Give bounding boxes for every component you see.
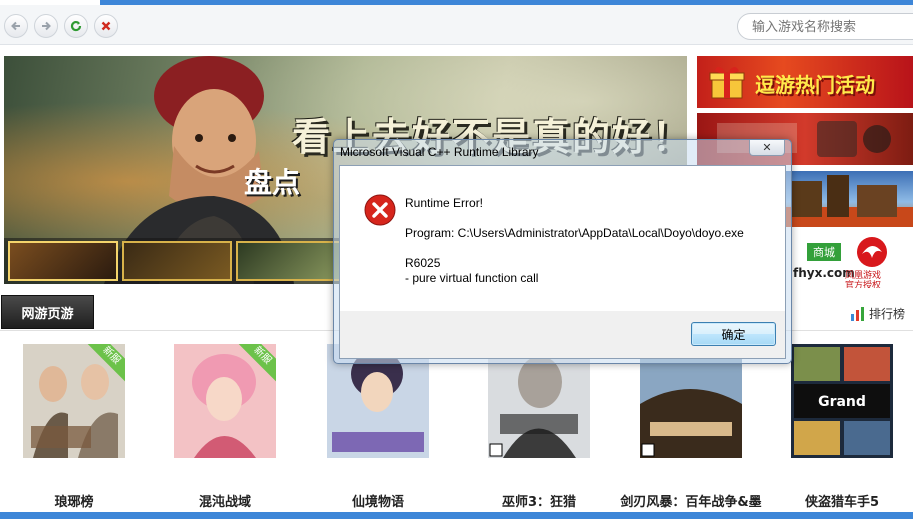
forward-button[interactable] [34,14,58,38]
ranking-link[interactable]: 排行榜 [850,305,905,322]
error-icon [364,194,396,226]
banner-subheadline: 盘点 [244,166,301,199]
ranking-label: 排行榜 [869,307,906,321]
refresh-button[interactable] [64,14,88,38]
game-card[interactable]: 新服 混沌战域 [174,344,276,510]
app-window: 看上去好不是真的好！ 盘点 逗游热门活动 [0,0,913,519]
svg-text:Grand: Grand [818,394,866,410]
game-card[interactable]: Grand 侠盗猎车手5 [791,344,893,510]
hot-events-ad[interactable]: 逗游热门活动 [697,56,913,108]
game-title: 琅琊榜 [54,495,94,510]
browser-toolbar [0,5,913,45]
ok-button[interactable]: 确定 [691,322,776,346]
bottom-accent-strip [0,512,913,519]
search-input[interactable] [737,13,913,40]
refresh-icon [70,20,82,32]
gift-icon [709,66,745,99]
game-title: 混沌战域 [198,495,251,510]
dialog-titlebar[interactable]: Microsoft Visual C++ Runtime Library ✕ [334,140,791,164]
dialog-close-button[interactable]: ✕ [749,140,785,156]
error-code: R6025 [405,256,441,270]
close-icon [101,21,111,31]
game-title: 巫师3：狂猎 [501,495,577,510]
arrow-left-icon [11,21,20,31]
game-cover-image: Grand [791,344,893,458]
store-badge: 商城 [807,243,841,261]
error-dialog: Microsoft Visual C++ Runtime Library ✕ R… [333,139,792,364]
bar-chart-icon [851,306,864,321]
game-title: 剑刃风暴：百年战争&墨 [620,495,762,510]
game-title: 侠盗猎车手5 [804,495,880,510]
arrow-right-icon [42,21,51,31]
stop-button[interactable] [94,14,118,38]
banner-thumbnail[interactable] [122,241,232,281]
error-description: - pure virtual function call [405,271,539,285]
dialog-body: Runtime Error! Program: C:\Users\Adminis… [339,165,786,359]
back-button[interactable] [4,14,28,38]
game-cover: Grand [791,344,893,458]
error-heading: Runtime Error! [405,196,484,210]
dialog-title: Microsoft Visual C++ Runtime Library [340,145,539,159]
phoenix-logo-label: 凤凰游戏 官方授权 [845,271,882,288]
error-program-path: Program: C:\Users\Administrator\AppData\… [405,226,744,240]
dialog-footer: 确定 [340,311,785,358]
tab-online-games[interactable]: 网游页游 [1,295,94,329]
game-title: 仙境物语 [351,495,404,510]
game-cover: 新服 [23,344,125,458]
game-cover: 新服 [174,344,276,458]
dialog-message-area: Runtime Error! Program: C:\Users\Adminis… [340,166,785,311]
game-card[interactable]: 新服 琅琊榜 [23,344,125,510]
banner-thumbnail[interactable] [8,241,118,281]
hot-events-ad-text: 逗游热门活动 [755,73,875,97]
banner-thumbnail[interactable] [236,241,346,281]
